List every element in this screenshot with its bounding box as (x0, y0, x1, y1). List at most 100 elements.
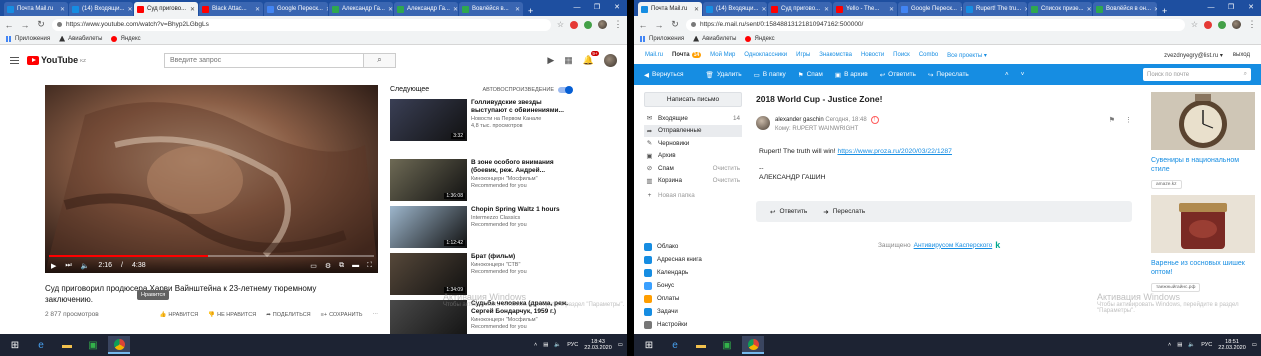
recommended-video[interactable]: 1:12:42 Chopin Spring Waltz 1 hours Interm… (390, 206, 572, 248)
menu-dots-icon[interactable]: ⋮ (613, 19, 623, 30)
move-to-folder-button[interactable]: ▭ В папку (754, 71, 786, 79)
like-button[interactable]: 👍 НРАВИТСЯ (160, 312, 199, 318)
browser-tab[interactable]: Александр Га... ✕ (394, 2, 458, 16)
channel-name[interactable]: Киноконцерн "Мосфильм" (471, 176, 572, 183)
language-indicator[interactable]: РУС (567, 342, 578, 348)
quick-reply-button[interactable]: ↩ Ответить (770, 208, 807, 216)
autoplay-toggle[interactable] (558, 85, 573, 94)
chrome-icon[interactable] (108, 336, 130, 354)
tab-close-icon[interactable]: ✕ (190, 6, 195, 13)
speaker-icon[interactable]: 🔈 (1188, 342, 1195, 348)
bookmark-star-icon[interactable]: ☆ (1191, 20, 1198, 29)
browser-tab[interactable]: Александр Га... ✕ (329, 2, 393, 16)
portal-link-ok[interactable]: Одноклассники (744, 52, 787, 58)
browser-tab[interactable]: Google Переск...✕ (898, 2, 962, 16)
tab-close-icon[interactable]: ✕ (388, 6, 393, 13)
tab-close-icon[interactable]: ✕ (960, 6, 962, 13)
network-icon[interactable]: ▤ (543, 342, 548, 348)
hamburger-menu-icon[interactable] (10, 56, 19, 64)
fullscreen-icon[interactable]: ⛶ (367, 262, 372, 270)
video-player[interactable]: ▶ ⏭ 🔈 2:16 / 4:38 ▭ ⚙ ⧉ ▬ ⛶ (45, 85, 378, 273)
tab-close-icon[interactable]: ✕ (326, 6, 328, 13)
url-input[interactable]: https://www.youtube.com/watch?v=Bhyp2LGb… (52, 18, 551, 31)
portal-link-search[interactable]: Поиск (893, 52, 910, 58)
tab-close-icon[interactable]: ✕ (515, 6, 520, 13)
flag-icon[interactable]: ⚑ (1109, 116, 1115, 124)
video-thumbnail[interactable]: 1:34:09 (390, 253, 467, 295)
browser-tab[interactable]: (14) Входящи... ✕ (69, 2, 133, 16)
service-link[interactable]: Облако (644, 240, 742, 253)
start-windows-icon[interactable]: ⊞ (638, 336, 660, 354)
minimize-button[interactable]: — (567, 0, 587, 14)
media-icon[interactable]: ▣ (82, 336, 104, 354)
create-video-icon[interactable]: ▶︎ (547, 55, 554, 66)
extension-icon[interactable] (584, 20, 592, 29)
tab-close-icon[interactable]: ✕ (1024, 6, 1027, 13)
network-icon[interactable]: ▤ (1177, 342, 1182, 348)
portal-link-news[interactable]: Новости (861, 52, 884, 58)
service-link[interactable]: Оплаты (644, 292, 742, 305)
browser-tab[interactable]: Black Attac... ✕ (199, 2, 263, 16)
folder-item[interactable]: ✎ Черновики (644, 137, 742, 150)
notifications-icon[interactable]: ▭ (618, 342, 623, 348)
folder-item[interactable]: ⊘ Спам Очистить (644, 162, 742, 175)
bookmark-avia[interactable]: Авиабилеты (59, 35, 102, 42)
back-icon[interactable]: ← (4, 20, 14, 30)
start-windows-icon[interactable]: ⊞ (4, 336, 26, 354)
speaker-icon[interactable]: 🔈 (554, 342, 561, 348)
next-letter-icon[interactable]: ˅ (1021, 71, 1025, 78)
language-indicator[interactable]: РУС (1201, 342, 1212, 348)
archive-button[interactable]: ▣ В архив (835, 71, 868, 79)
bookmark-yandex[interactable]: Яндекс (745, 35, 775, 42)
portal-link-all-projects[interactable]: Все проекты ▾ (947, 52, 987, 59)
tab-close-icon[interactable]: ✕ (824, 6, 829, 13)
kaspersky-link[interactable]: Антивирусом Касперского (914, 242, 993, 249)
service-link[interactable]: Адресная книга (644, 253, 742, 266)
bookmark-apps[interactable]: Приложения (6, 35, 50, 42)
tab-close-icon[interactable]: ✕ (761, 6, 766, 13)
tray-chevron-icon[interactable]: ˄ (534, 342, 537, 348)
profile-avatar[interactable] (1232, 20, 1241, 29)
reload-icon[interactable]: ↻ (670, 19, 680, 30)
reload-icon[interactable]: ↻ (36, 19, 46, 30)
recommended-title[interactable]: Chopin Spring Waltz 1 hours (471, 206, 572, 214)
portal-link-mail[interactable]: Почта 14 (672, 52, 702, 58)
maximize-button[interactable]: ❐ (1221, 0, 1241, 14)
browser-tab[interactable]: Почта Mail.ru ✕ (4, 2, 68, 16)
browser-tab[interactable]: Почта Mail.ru ✕ (638, 2, 702, 16)
close-window-button[interactable]: ✕ (1241, 0, 1261, 14)
letter-link[interactable]: https://www.proza.ru/2020/03/22/1287 (837, 148, 952, 155)
extension-icon[interactable] (570, 20, 578, 29)
next-icon[interactable]: ⏭ (65, 262, 71, 270)
video-thumbnail[interactable]: 3:32 (390, 99, 467, 141)
bookmark-apps[interactable]: Приложения (640, 35, 684, 42)
recommended-title[interactable]: Голливудские звезды выступают с обвинени… (471, 99, 572, 115)
folder-item[interactable]: ➦ Отправленные (644, 124, 742, 137)
channel-name[interactable]: Новости на Первом Канале (471, 116, 572, 123)
tab-close-icon[interactable]: ✕ (1087, 6, 1092, 13)
browser-tab[interactable]: Вовлёйся в он... ✕ (1093, 2, 1157, 16)
url-input[interactable]: https://e.mail.ru/sent/0:158488131218109… (686, 18, 1185, 31)
compose-button[interactable]: Написать письмо (644, 92, 742, 107)
folder-item[interactable]: ▥ Корзина Очистить (644, 175, 742, 188)
clock[interactable]: 18:43 22.03.2020 (584, 339, 612, 351)
browser-tab[interactable]: Вовлёйся в... ✕ (459, 2, 523, 16)
service-link[interactable]: Календарь (644, 266, 742, 279)
portal-link-combo[interactable]: Combo (919, 52, 938, 58)
dislike-button[interactable]: 👎 НЕ НРАВИТСЯ (208, 312, 256, 318)
reply-button[interactable]: ↩ Ответить (880, 71, 916, 79)
browser-tab[interactable]: Rupert! The tru... ✕ (963, 2, 1027, 16)
tray-chevron-icon[interactable]: ˄ (1168, 342, 1171, 348)
back-icon[interactable]: ← (638, 20, 648, 30)
spam-button[interactable]: ⚑ Спам (798, 71, 823, 79)
portal-link-myworld[interactable]: Мой Мир (710, 52, 735, 58)
ad-block-1[interactable]: Сувениры в национальном стиле amaze.kz (1151, 92, 1255, 189)
portal-link-dating[interactable]: Знакомства (819, 52, 852, 58)
file-explorer-icon[interactable]: ▬ (56, 336, 78, 354)
channel-name[interactable]: Киноконцерн "Мосфильм" (471, 317, 572, 324)
tab-close-icon[interactable]: ✕ (127, 6, 132, 13)
bookmark-yandex[interactable]: Яндекс (111, 35, 141, 42)
browser-tab[interactable]: Google Переск...✕ (264, 2, 328, 16)
miniplayer-icon[interactable]: ⧉ (339, 262, 344, 270)
recommended-video[interactable]: 3:32 Голливудские звезды выступают с обви… (390, 99, 572, 141)
